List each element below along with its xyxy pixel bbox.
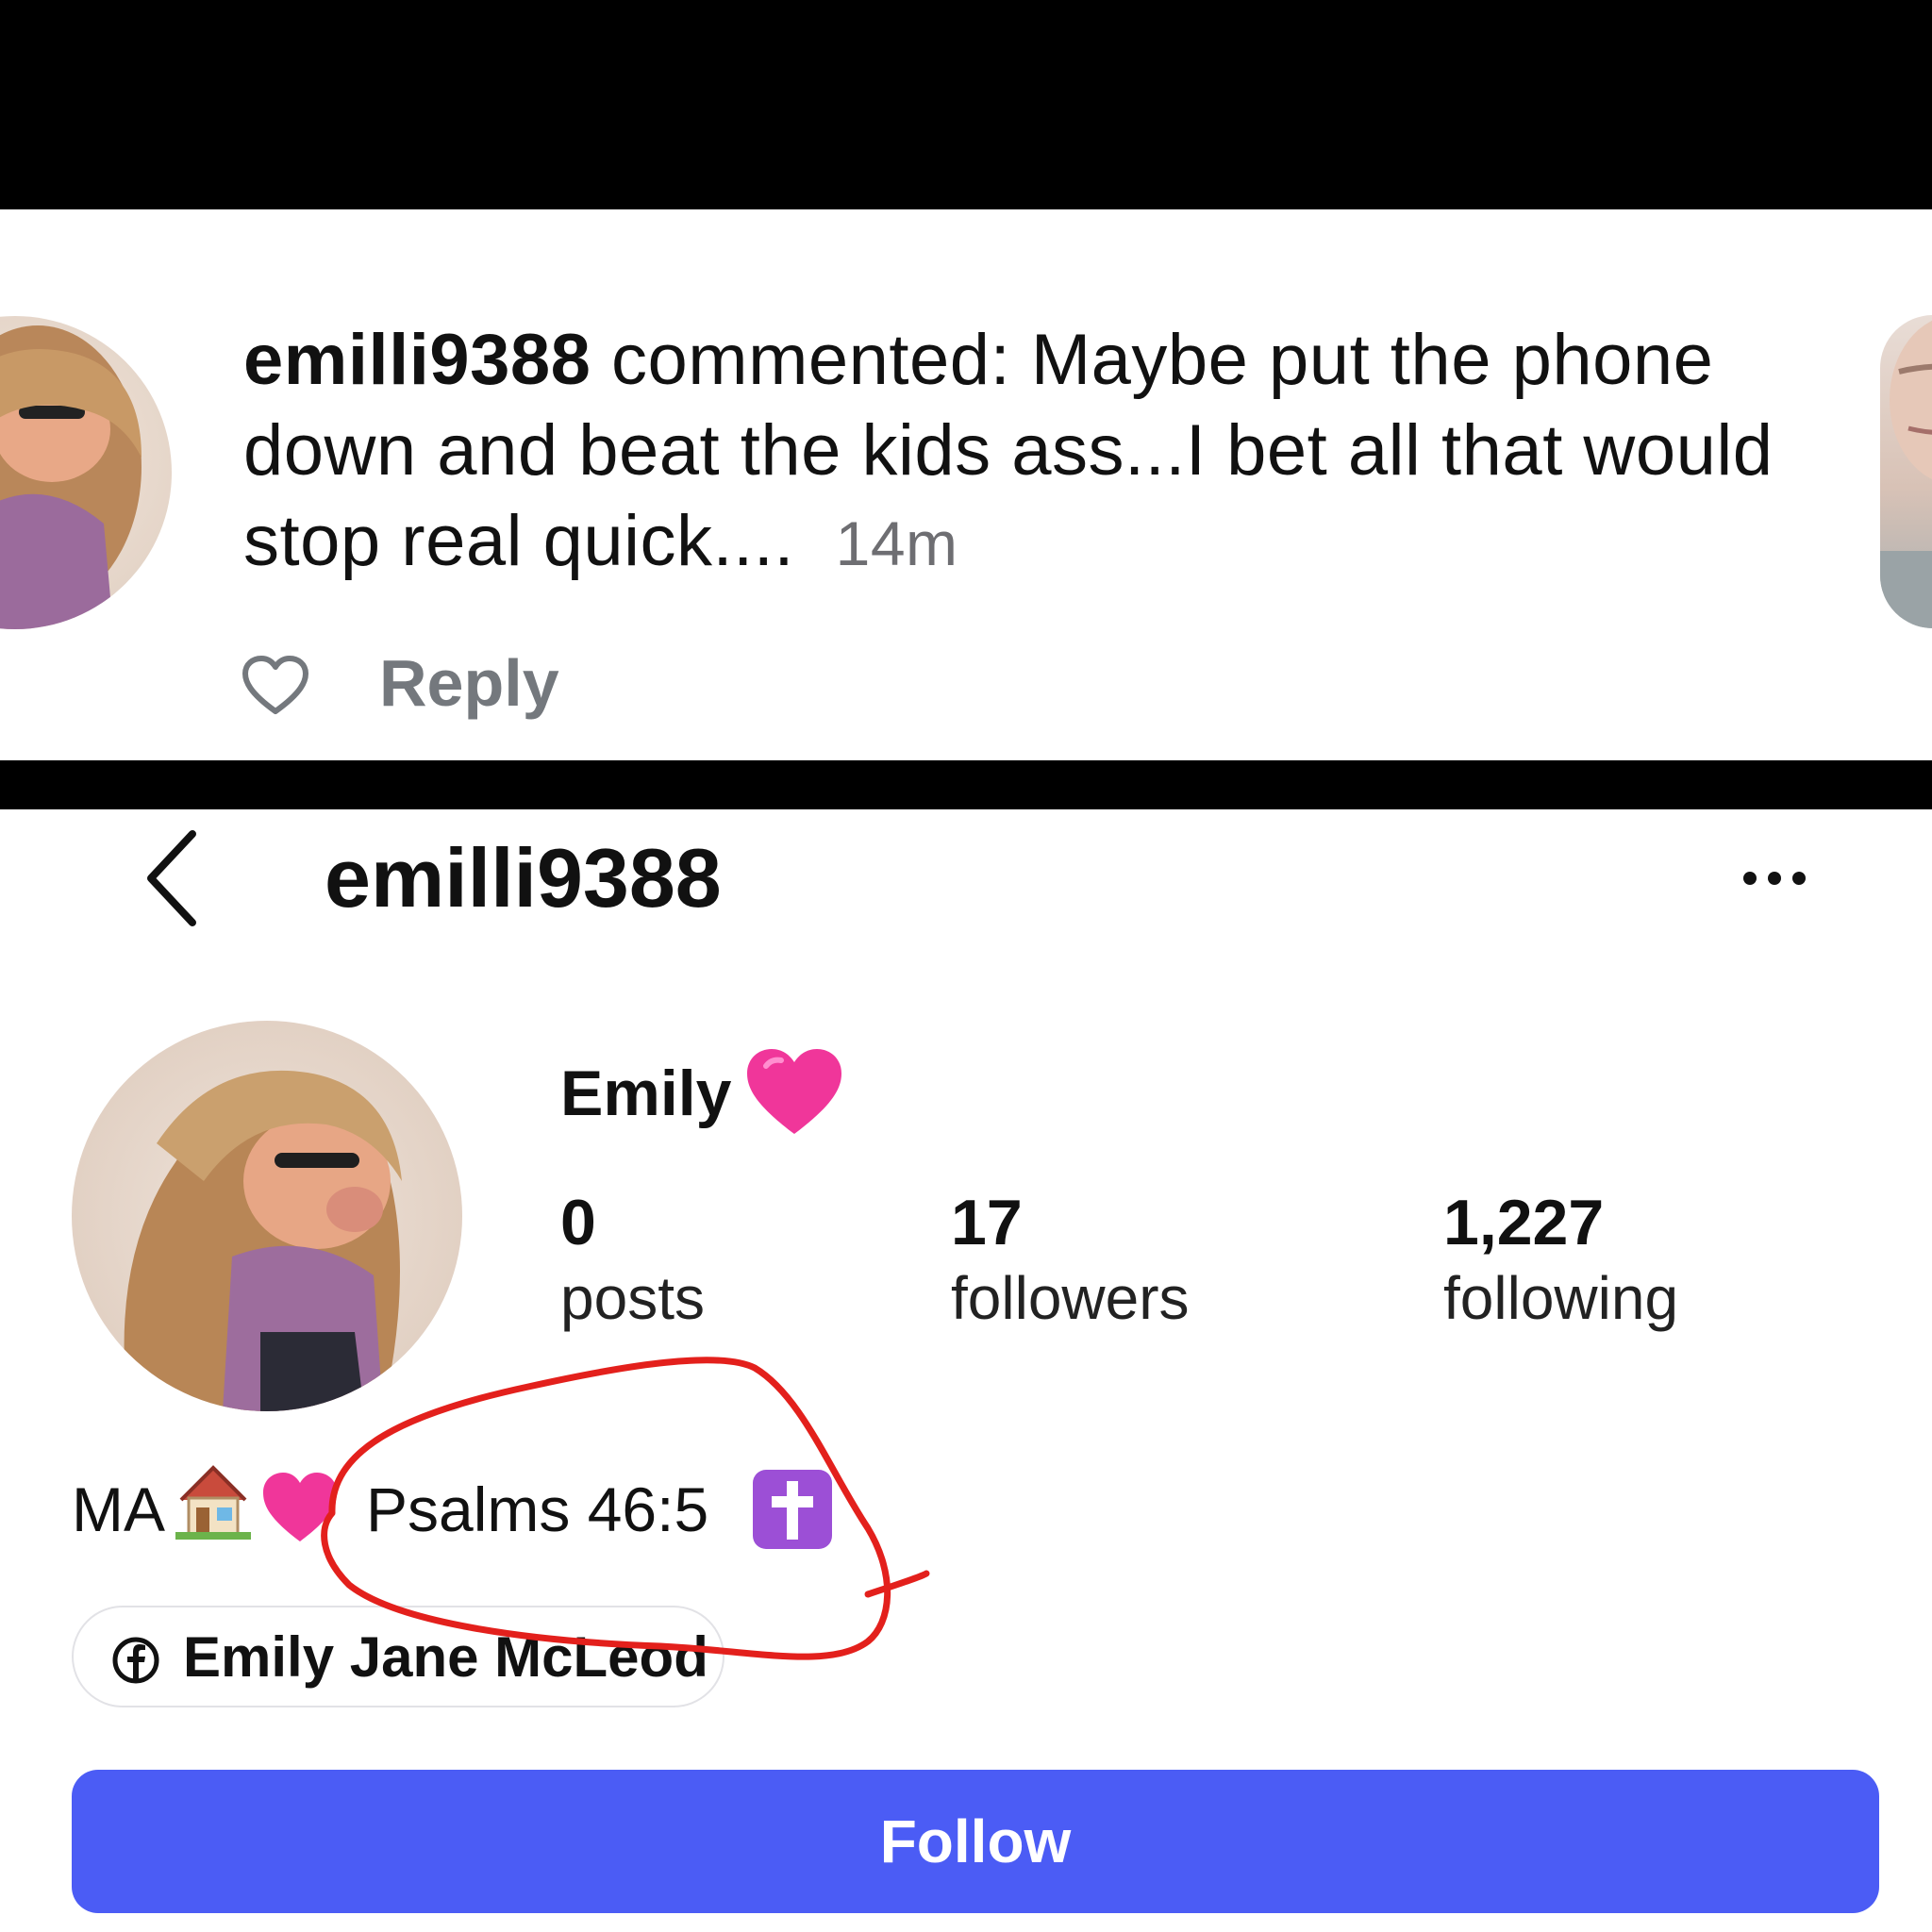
latin-cross-emoji [751, 1468, 834, 1551]
facebook-link-chip[interactable]: Emily Jane McLeod [72, 1606, 724, 1707]
display-name: Emily [560, 1058, 732, 1129]
more-dot [1768, 872, 1781, 885]
comment-timestamp: 14m [835, 508, 958, 578]
more-dot [1792, 872, 1806, 885]
stat-label: followers [951, 1264, 1190, 1332]
comment-text: emilli9388 commented: Maybe put the phon… [243, 315, 1847, 589]
stat-value: 0 [560, 1187, 596, 1258]
reply-button[interactable]: Reply [379, 645, 559, 721]
follow-button[interactable]: Follow [72, 1770, 1879, 1913]
heart-outline-icon[interactable] [242, 655, 309, 717]
comment-username[interactable]: emilli9388 [243, 320, 591, 400]
stat-following[interactable]: 1,227 following [1443, 1185, 1678, 1336]
pink-heart-emoji [743, 1045, 845, 1140]
stat-posts[interactable]: 0 posts [560, 1185, 705, 1336]
profile-view: emilli9388 Emily 0 posts 17 followers 1,… [0, 809, 1932, 1932]
stat-label: posts [560, 1264, 705, 1332]
bio-location: MA [72, 1474, 165, 1544]
commenter-avatar[interactable] [0, 316, 172, 629]
stat-value: 1,227 [1443, 1187, 1605, 1258]
black-divider-band [0, 760, 1932, 809]
comment-action: commented: [611, 320, 1011, 400]
profile-header-username: emilli9388 [325, 831, 722, 924]
black-top-band [0, 0, 1932, 209]
facebook-icon [111, 1636, 160, 1685]
chevron-left-icon[interactable] [142, 826, 202, 930]
stat-label: following [1443, 1264, 1679, 1332]
post-thumbnail[interactable] [1880, 315, 1932, 628]
bio-verse: Psalms 46:5 [366, 1474, 709, 1544]
more-horizontal-icon[interactable] [1743, 872, 1806, 885]
facebook-link-name: Emily Jane McLeod [183, 1625, 708, 1689]
house-emoji [175, 1460, 251, 1540]
comment-notification[interactable]: emilli9388 commented: Maybe put the phon… [0, 209, 1932, 760]
profile-avatar[interactable] [72, 1021, 462, 1411]
stat-value: 17 [951, 1187, 1023, 1258]
more-dot [1743, 872, 1757, 885]
pink-heart-emoji [260, 1470, 340, 1545]
stat-followers[interactable]: 17 followers [951, 1185, 1190, 1336]
